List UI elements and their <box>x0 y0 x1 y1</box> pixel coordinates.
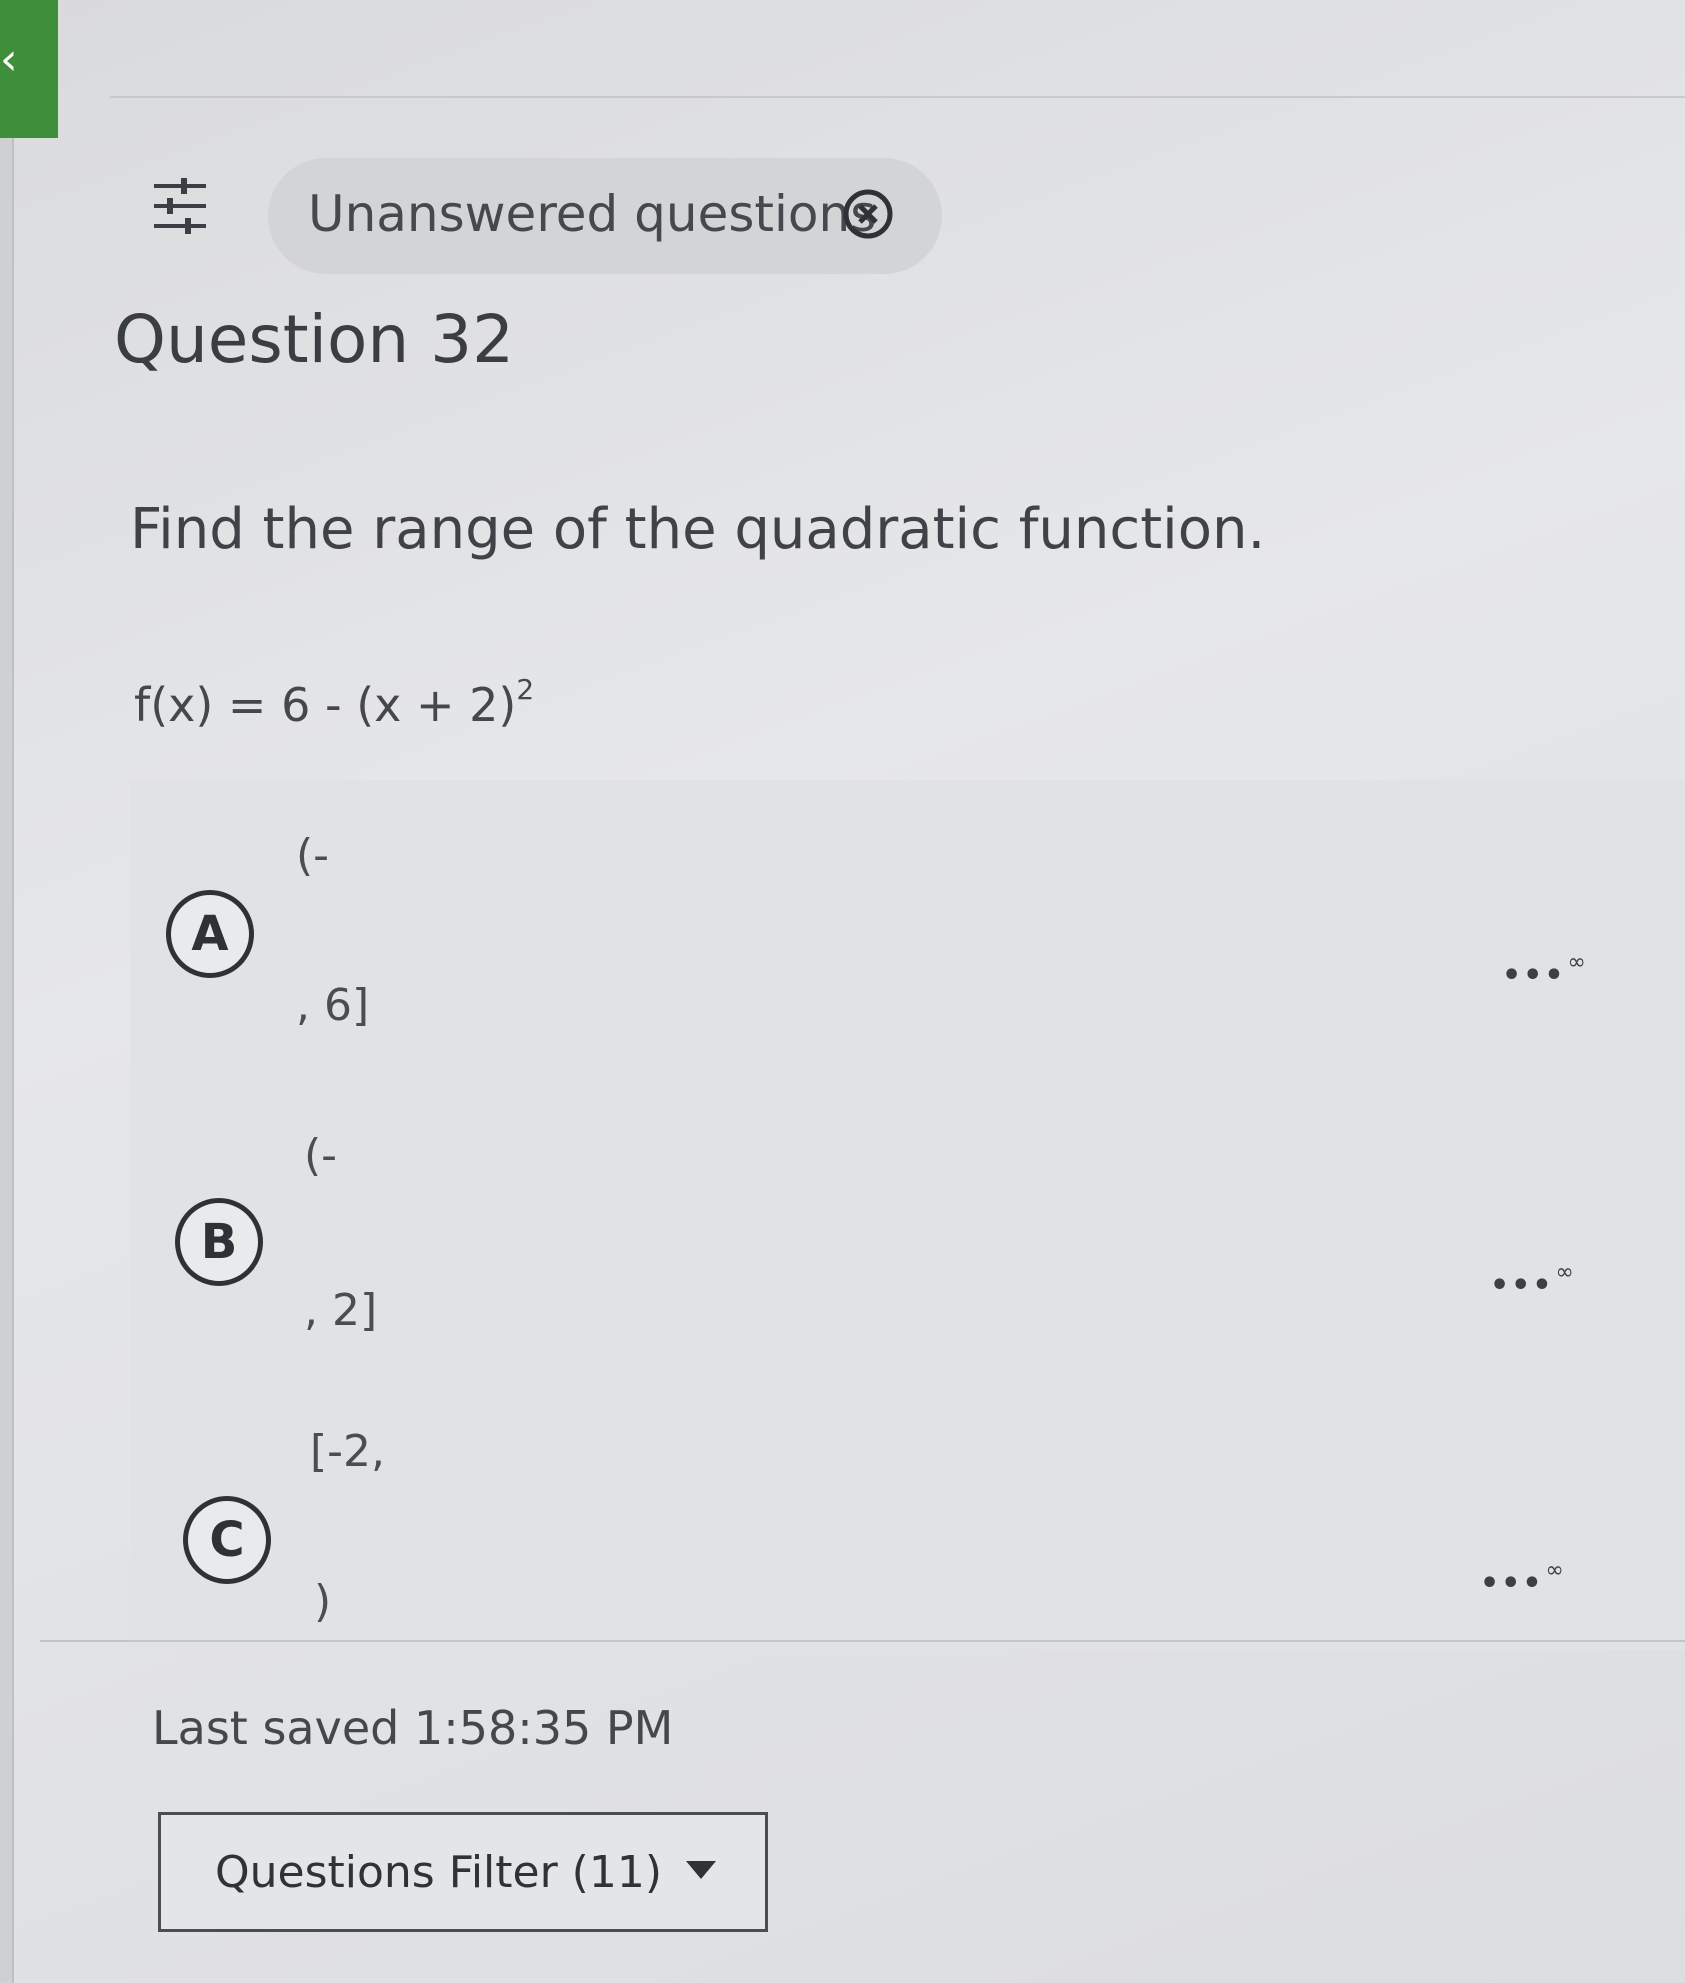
option-b-more-button[interactable]: •••∞ <box>1490 1258 1576 1301</box>
close-circle-icon[interactable] <box>842 188 894 240</box>
more-dots-icon: ••• <box>1480 1566 1544 1601</box>
sliders-icon[interactable] <box>152 176 208 236</box>
header-divider <box>110 96 1685 98</box>
option-b[interactable]: B (- , 2] •••∞ <box>130 1070 1685 1360</box>
function-equation: f(x) = 6 - (x + 2)2 <box>134 660 534 735</box>
back-tab[interactable]: ‹ <box>0 0 58 138</box>
caret-down-icon <box>686 1861 716 1879</box>
last-saved-status: Last saved 1:58:35 PM <box>152 1701 674 1755</box>
chevron-left-icon: ‹ <box>0 34 18 85</box>
infinity-symbol: ∞ <box>1567 950 1588 975</box>
unanswered-questions-chip[interactable]: Unanswered questions <box>268 158 942 274</box>
window-left-edge <box>0 0 14 1983</box>
more-dots-icon: ••• <box>1502 958 1566 993</box>
footer-divider <box>40 1640 1685 1642</box>
option-letter-b[interactable]: B <box>175 1198 263 1286</box>
option-letter-c[interactable]: C <box>183 1496 271 1584</box>
answer-options: A (- , 6] •••∞ B (- , 2] •••∞ C [-2, ) •… <box>130 780 1685 1650</box>
infinity-symbol: ∞ <box>1545 1558 1566 1583</box>
questions-filter-label: Questions Filter (11) <box>215 1847 662 1898</box>
option-a-more-button[interactable]: •••∞ <box>1502 948 1588 991</box>
option-c-more-button[interactable]: •••∞ <box>1480 1556 1566 1599</box>
equation-main: f(x) = 6 - (x + 2) <box>134 678 517 732</box>
option-b-top-text: (- <box>304 1130 338 1181</box>
option-letter-a[interactable]: A <box>166 890 254 978</box>
questions-filter-dropdown[interactable]: Questions Filter (11) <box>158 1812 768 1932</box>
chip-label: Unanswered questions <box>308 185 877 243</box>
question-title: Question 32 <box>114 301 515 378</box>
question-prompt: Find the range of the quadratic function… <box>130 497 1266 562</box>
option-a-top-text: (- <box>296 830 330 881</box>
equation-exponent: 2 <box>516 673 535 706</box>
option-c-bottom-text: ) <box>314 1576 332 1627</box>
more-dots-icon: ••• <box>1490 1268 1554 1303</box>
option-b-bottom-text: , 2] <box>304 1285 378 1336</box>
option-a[interactable]: A (- , 6] •••∞ <box>130 780 1685 1070</box>
option-c[interactable]: C [-2, ) •••∞ <box>130 1360 1685 1650</box>
option-a-bottom-text: , 6] <box>296 980 370 1031</box>
infinity-symbol: ∞ <box>1555 1260 1576 1285</box>
option-c-top-text: [-2, <box>310 1426 386 1477</box>
